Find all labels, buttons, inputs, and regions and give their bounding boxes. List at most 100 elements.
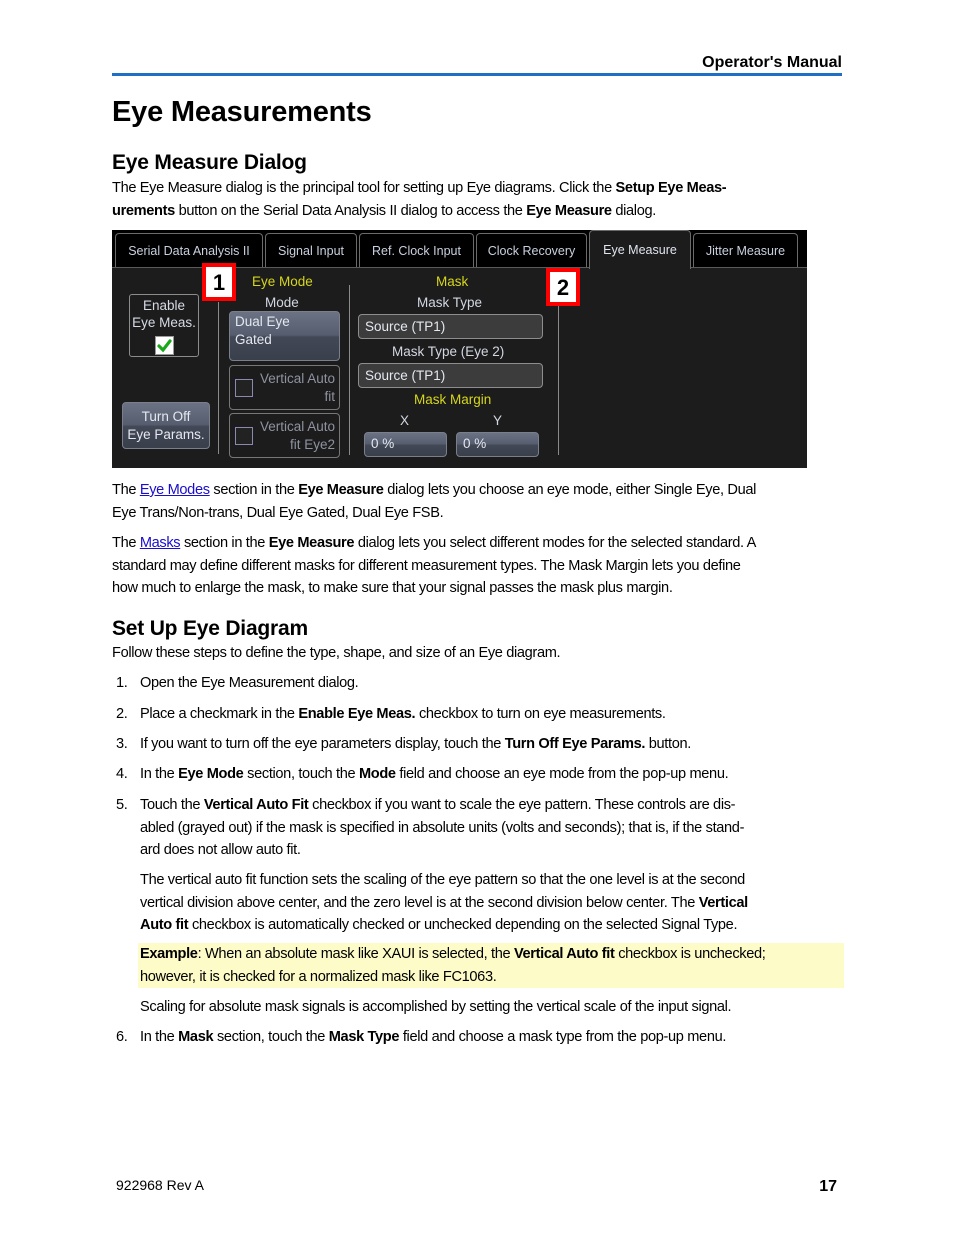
- manual-title: Operator's Manual: [702, 54, 842, 71]
- mask-type-field[interactable]: Source (TP1): [358, 314, 543, 339]
- bold-text: Auto fit: [140, 917, 189, 933]
- mask-type-label: Mask Type: [417, 295, 483, 310]
- bold-text: Vertical: [698, 894, 748, 911]
- example-label: Example: [140, 946, 198, 962]
- mode-select[interactable]: Dual Eye Gated: [229, 311, 340, 361]
- bold-text: Eye Measure: [526, 202, 612, 219]
- mask-type-eye2-label: Mask Type (Eye 2): [392, 344, 505, 359]
- bold-text: Mode: [358, 766, 396, 782]
- turn-off-line1: Turn Off: [141, 409, 191, 424]
- page-number: 17: [819, 1178, 837, 1195]
- margin-x-field[interactable]: 0 %: [364, 432, 447, 457]
- bold-text: Vertical Auto Fit: [203, 797, 309, 813]
- step-text: In the Mask section, touch the Mask Type…: [140, 1026, 840, 1049]
- step-number: 5.: [116, 797, 128, 813]
- page-title: Eye Measurements: [112, 96, 372, 128]
- step-text: Touch the Vertical Auto Fit checkbox if …: [140, 794, 840, 862]
- masks-line1: The Masks section in the Eye Measure dia…: [112, 532, 842, 555]
- header-rule: [112, 73, 842, 76]
- vertical-auto-fit-eye2-checkbox[interactable]: Vertical Auto fit Eye2: [229, 413, 340, 458]
- text: dialog lets you select different modes f…: [354, 535, 756, 551]
- turn-off-eye-params-button[interactable]: Turn Off Eye Params.: [122, 402, 210, 449]
- example-line2: however, it is checked for a normalized …: [140, 968, 497, 985]
- text: vertical division above center, and the …: [140, 894, 699, 911]
- doc-number: 922968 Rev A: [116, 1177, 204, 1193]
- divider: [218, 302, 219, 454]
- text: dialog lets you choose an eye mode, eith…: [383, 482, 757, 498]
- text: section in the: [180, 535, 269, 551]
- step-text: In the Eye Mode section, touch the Mode …: [140, 763, 840, 786]
- margin-y-label: Y: [493, 413, 503, 428]
- intro-line-2: urements button on the Serial Data Analy…: [112, 200, 842, 223]
- text: section, touch the: [243, 766, 359, 782]
- eye-measure-dialog-screenshot: Serial Data Analysis II Signal Input Ref…: [112, 230, 807, 468]
- bold-text: Vertical Auto fit: [513, 946, 615, 962]
- detail-line1: The vertical auto fit function sets the …: [140, 872, 745, 888]
- checkmark-icon: [155, 336, 174, 355]
- step5-line2: abled (grayed out) if the mask is specif…: [140, 819, 745, 836]
- tab-eye-measure[interactable]: Eye Measure: [589, 230, 691, 269]
- divider: [558, 290, 559, 455]
- margin-y-field[interactable]: 0 %: [456, 432, 539, 457]
- vertical-auto-fit-checkbox[interactable]: Vertical Auto fit: [229, 365, 340, 410]
- section-heading-set-up-eye-diagram: Set Up Eye Diagram: [112, 617, 308, 640]
- checkbox-icon: [235, 379, 253, 397]
- text: checkbox if you want to scale the eye pa…: [308, 797, 736, 813]
- step-number: 1.: [116, 675, 128, 691]
- enable-label-line1: Enable: [142, 298, 186, 313]
- eye-mode-section-label: Eye Mode: [252, 274, 313, 289]
- text: checkbox to turn on eye measurements.: [415, 706, 666, 722]
- enable-label-line2: Eye Meas.: [132, 315, 196, 330]
- turn-off-line2: Eye Params.: [127, 427, 205, 442]
- tab-serial-data-analysis[interactable]: Serial Data Analysis II: [115, 233, 263, 267]
- tab-clock-recovery[interactable]: Clock Recovery: [476, 233, 587, 267]
- margin-x-label: X: [400, 413, 410, 428]
- step5-line3: ard does not allow auto fit.: [140, 842, 301, 858]
- text: field and choose an eye mode from the po…: [395, 766, 729, 782]
- masks-line2: standard may define different masks for …: [112, 557, 741, 574]
- divider: [349, 285, 350, 455]
- text: button.: [645, 736, 692, 752]
- mode-value-line1: Dual Eye: [235, 314, 290, 329]
- tab-signal-input[interactable]: Signal Input: [265, 233, 357, 267]
- eye-modes-link[interactable]: Eye Modes: [140, 482, 210, 498]
- example-note: Example: When an absolute mask like XAUI…: [138, 943, 844, 988]
- enable-eye-meas-checkbox[interactable]: Enable Eye Meas.: [129, 294, 199, 357]
- text: In the: [140, 1029, 179, 1045]
- section2-intro: Follow these steps to define the type, s…: [112, 645, 561, 661]
- step-number: 3.: [116, 736, 128, 752]
- step-text: Place a checkmark in the Enable Eye Meas…: [140, 703, 840, 726]
- masks-link[interactable]: Masks: [140, 535, 181, 551]
- bold-text: Mask Type: [328, 1029, 400, 1045]
- text: section, touch the: [213, 1029, 329, 1045]
- mask-section-label: Mask: [436, 274, 469, 289]
- step-number: 2.: [116, 706, 128, 722]
- step5-detail-paragraph: The vertical auto fit function sets the …: [140, 869, 840, 937]
- eye-modes-paragraph: The Eye Modes section in the Eye Measure…: [112, 479, 842, 524]
- text: button on the Serial Data Analysis II di…: [174, 202, 527, 219]
- masks-line3: how much to enlarge the mask, to make su…: [112, 580, 673, 596]
- text: : When an absolute mask like XAUI is sel…: [197, 946, 514, 962]
- intro-paragraph: The Eye Measure dialog is the principal …: [112, 177, 842, 222]
- bold-text: Eye Measure: [268, 535, 355, 551]
- text: In the: [140, 766, 179, 782]
- example-line1: Example: When an absolute mask like XAUI…: [140, 943, 844, 966]
- checkbox-icon: [235, 427, 253, 445]
- mask-type-eye2-field[interactable]: Source (TP1): [358, 363, 543, 388]
- tab-ref-clock-input[interactable]: Ref. Clock Input: [359, 233, 474, 267]
- eye-modes-line1: The Eye Modes section in the Eye Measure…: [112, 479, 842, 502]
- text: If you want to turn off the eye paramete…: [140, 736, 505, 752]
- step-number: 6.: [116, 1029, 128, 1045]
- masks-paragraph: The Masks section in the Eye Measure dia…: [112, 532, 842, 600]
- text: checkbox is automatically checked or unc…: [188, 917, 738, 933]
- section-heading-eye-measure-dialog: Eye Measure Dialog: [112, 151, 307, 174]
- eye-modes-line2: Eye Trans/Non-trans, Dual Eye Gated, Dua…: [112, 504, 444, 521]
- bold-text: Setup Eye Meas-: [615, 180, 727, 196]
- tab-jitter-measure[interactable]: Jitter Measure: [693, 233, 798, 267]
- text: Touch the: [140, 797, 204, 813]
- detail-line2: vertical division above center, and the …: [140, 892, 840, 915]
- text: Open the Eye Measurement dialog.: [140, 675, 359, 691]
- text: checkbox is unchecked;: [614, 946, 766, 962]
- step-number: 4.: [116, 766, 128, 782]
- callout-2: 2: [546, 268, 580, 306]
